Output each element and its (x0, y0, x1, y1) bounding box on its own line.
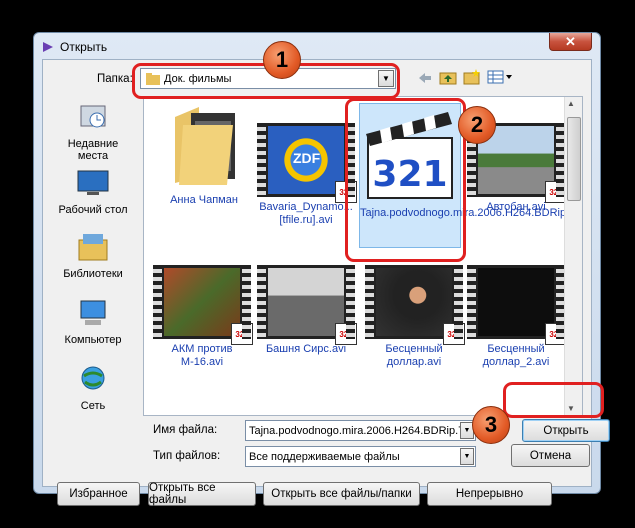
scroll-up-icon[interactable]: ▲ (567, 99, 575, 108)
places-label-libraries: Библиотеки (63, 268, 123, 280)
file-item-video[interactable]: ZDF 321 Bavaria_Dynamo...[tfile.ru].avi (256, 123, 357, 227)
places-item-network[interactable]: Сеть (54, 364, 132, 412)
folder-icon (175, 107, 235, 185)
places-bar: Недавние места Рабочий стол Библиотеки К… (51, 96, 135, 436)
file-label: Анна Чапман (170, 194, 238, 206)
places-item-computer[interactable]: Компьютер (54, 298, 132, 346)
file-item-video[interactable]: 321 Бесценный доллар_2.avi (466, 265, 567, 369)
file-item-video[interactable]: 321 Бесценный доллар.avi (364, 265, 465, 369)
open-all-files-button[interactable]: Открыть все файлы (148, 482, 256, 506)
player-badge-icon: 321 (335, 323, 357, 345)
view-menu-icon[interactable] (487, 69, 513, 85)
open-dialog: Открыть ✕ Папка: Док. фильмы ▼ Недавние … (33, 32, 610, 506)
back-arrow-icon[interactable] (417, 71, 433, 85)
video-thumbnail: 321 (153, 265, 253, 345)
video-thumbnail: ZDF 321 (257, 123, 357, 203)
places-item-desktop[interactable]: Рабочий стол (54, 168, 132, 216)
places-label-computer: Компьютер (64, 334, 122, 346)
recent-places-icon (80, 105, 106, 128)
open-button[interactable]: Открыть (522, 419, 610, 442)
video-thumbnail: 321 (365, 265, 465, 345)
filetype-value: Все поддерживаемые файлы (249, 450, 400, 463)
filename-combo[interactable]: Tajna.podvodnogo.mira.2006.H264.BDRip.72… (245, 420, 476, 441)
favorites-button[interactable]: Избранное (57, 482, 140, 506)
file-label: Bavaria_Dynamo...[tfile.ru].avi (259, 201, 353, 226)
video-thumbnail: 321 (257, 265, 357, 345)
desktop-icon (77, 170, 109, 195)
places-label-desktop: Рабочий стол (58, 204, 128, 216)
new-folder-icon[interactable] (463, 69, 481, 85)
places-label-recent: Недавние места (67, 138, 119, 162)
places-label-network: Сеть (80, 400, 106, 412)
callout-badge-1: 1 (263, 41, 301, 79)
callout-ring-open (503, 382, 604, 418)
vertical-scrollbar[interactable]: ▲ ▼ (564, 97, 582, 415)
continuous-button[interactable]: Непрерывно (427, 482, 552, 506)
player-badge-icon: 321 (443, 323, 465, 345)
network-icon (81, 366, 105, 390)
libraries-icon (78, 234, 108, 261)
close-button[interactable]: ✕ (549, 33, 592, 51)
file-label: Бесценный доллар_2.avi (482, 343, 550, 368)
file-label: Бесценный доллар.avi (385, 343, 443, 368)
open-all-files-folders-button[interactable]: Открыть все файлы/папки (263, 482, 420, 506)
filetype-label: Тип файлов: (153, 450, 221, 462)
cancel-button[interactable]: Отмена (511, 444, 590, 467)
player-badge-icon: 321 (231, 323, 253, 345)
scroll-thumb[interactable] (567, 117, 581, 201)
places-item-libraries[interactable]: Библиотеки (54, 232, 132, 280)
computer-icon (80, 300, 106, 325)
callout-badge-3: 3 (472, 406, 510, 444)
file-item-folder[interactable]: Анна Чапман (154, 103, 254, 207)
file-item-video[interactable]: 321 Башня Сирс.avi (256, 265, 357, 356)
thumb-text: ZDF (293, 150, 321, 166)
places-item-recent[interactable]: Недавние места (54, 102, 132, 162)
chevron-down-icon[interactable]: ▼ (460, 448, 474, 465)
callout-badge-2: 2 (458, 106, 496, 144)
filetype-combo[interactable]: Все поддерживаемые файлы ▼ (245, 446, 476, 467)
callout-ring-file (345, 98, 466, 262)
up-folder-icon[interactable] (439, 69, 457, 85)
video-thumbnail: 321 (467, 265, 567, 345)
filename-label: Имя файла: (153, 424, 218, 436)
file-item-video[interactable]: 321 АКМ против М-16.avi (152, 265, 253, 369)
file-label: АКМ против М-16.avi (171, 343, 233, 368)
filename-input[interactable]: Tajna.podvodnogo.mira.2006.H264.BDRip.72… (246, 425, 460, 437)
lookin-label: Папка: (97, 73, 133, 85)
app-logo-icon (43, 42, 53, 52)
window-title: Открыть (60, 40, 108, 54)
